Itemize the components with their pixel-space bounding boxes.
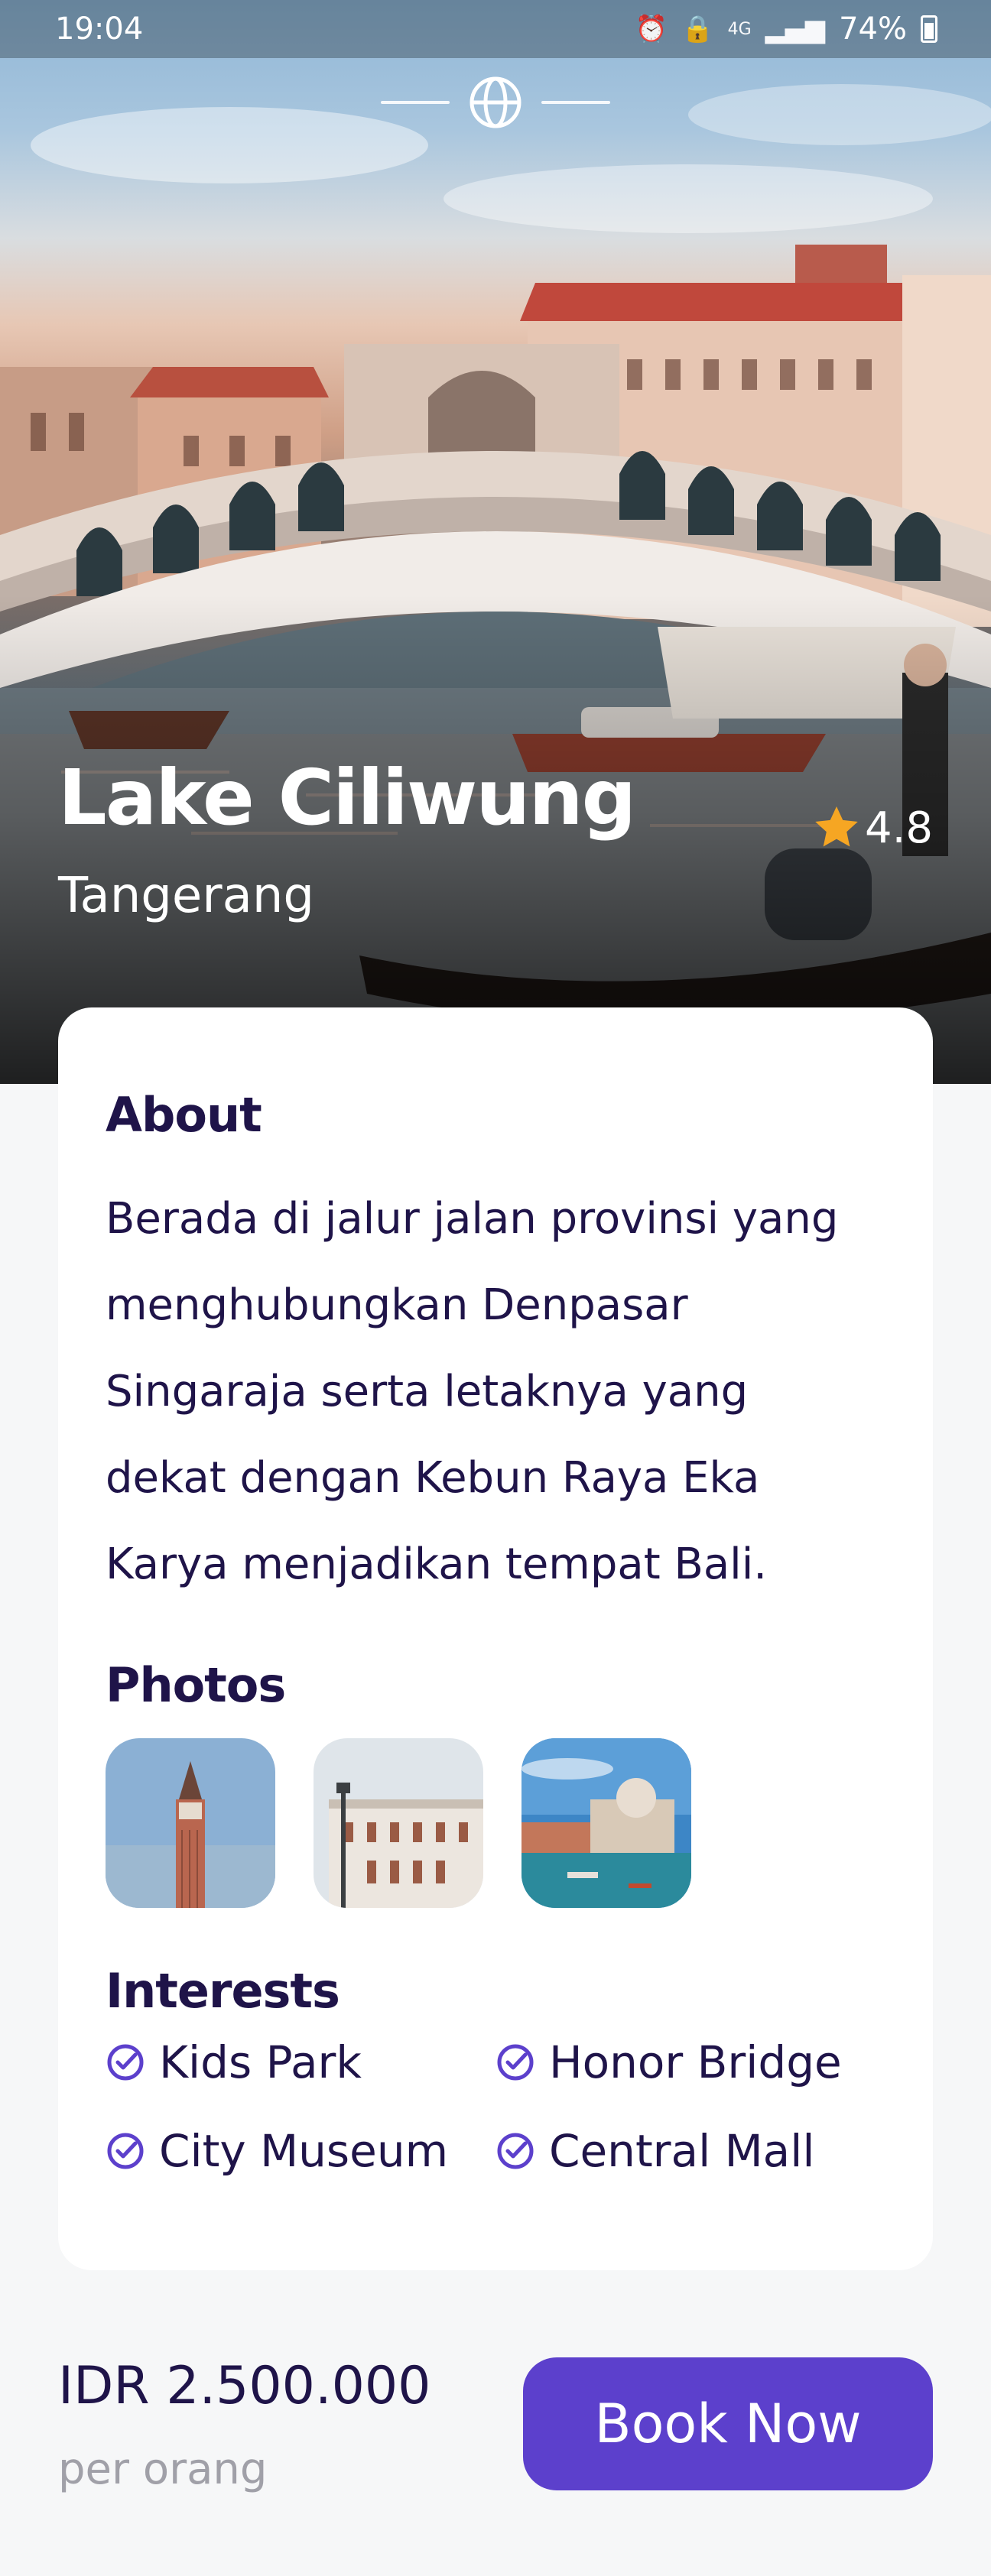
- details-card: About Berada di jalur jalan provinsi yan…: [58, 1007, 933, 2270]
- interest-item: City Museum: [106, 2125, 496, 2177]
- lock-icon: 🔒: [681, 14, 714, 44]
- about-line: menghubungkan Denpasar: [106, 1280, 688, 1330]
- photo-thumbnail-tower[interactable]: [106, 1738, 275, 1908]
- place-title: Lake Ciliwung: [58, 753, 636, 842]
- about-text: Berada di jalur jalan provinsi yang meng…: [106, 1176, 885, 1608]
- check-circle-icon: [107, 2133, 144, 2169]
- price: IDR 2.500.000: [58, 2356, 431, 2416]
- photo-thumbnail-palace[interactable]: [314, 1738, 483, 1908]
- interest-label: Central Mall: [549, 2125, 815, 2177]
- place-location: Tangerang: [58, 868, 314, 924]
- about-line: Karya menjadikan tempat Bali.: [106, 1539, 768, 1589]
- photos-heading: Photos: [106, 1657, 286, 1713]
- about-line: Singaraja serta letaknya yang: [106, 1367, 749, 1416]
- interest-label: Kids Park: [159, 2036, 362, 2088]
- alarm-icon: ⏰: [635, 14, 668, 44]
- rating: 4.8: [811, 803, 933, 853]
- battery-icon: [921, 15, 937, 43]
- photo-thumbnail-canal[interactable]: [521, 1738, 691, 1908]
- 4g-icon: 4G: [727, 19, 752, 39]
- globe-icon: [470, 76, 521, 128]
- interest-label: City Museum: [159, 2125, 449, 2177]
- rating-value: 4.8: [864, 803, 933, 853]
- status-bar: 19:04 ⏰ 🔒 4G ▂▄▆ 74%: [0, 0, 991, 58]
- about-heading: About: [106, 1087, 262, 1143]
- interest-item: Honor Bridge: [496, 2036, 885, 2088]
- status-icons: ⏰ 🔒 4G ▂▄▆ 74%: [635, 11, 937, 47]
- logo-line-right: [541, 101, 610, 104]
- interest-label: Honor Bridge: [549, 2036, 842, 2088]
- book-now-button[interactable]: Book Now: [523, 2357, 933, 2490]
- photo-gallery: [106, 1738, 691, 1908]
- about-line: dekat dengan Kebun Raya Eka: [106, 1453, 760, 1503]
- check-circle-icon: [107, 2044, 144, 2081]
- star-icon: [815, 806, 858, 847]
- interest-item: Central Mall: [496, 2125, 885, 2177]
- interest-item: Kids Park: [106, 2036, 496, 2088]
- logo-line-left: [381, 101, 450, 104]
- price-unit: per orang: [58, 2445, 268, 2494]
- signal-icon: ▂▄▆: [765, 14, 826, 44]
- app-logo: [0, 75, 991, 130]
- interests-heading: Interests: [106, 1963, 340, 2019]
- battery-percent: 74%: [839, 11, 907, 47]
- about-line: Berada di jalur jalan provinsi yang: [106, 1194, 839, 1244]
- interests-list: Kids Park Honor Bridge City Museum Centr…: [106, 2036, 901, 2177]
- status-time: 19:04: [55, 11, 144, 47]
- check-circle-icon: [497, 2133, 534, 2169]
- check-circle-icon: [497, 2044, 534, 2081]
